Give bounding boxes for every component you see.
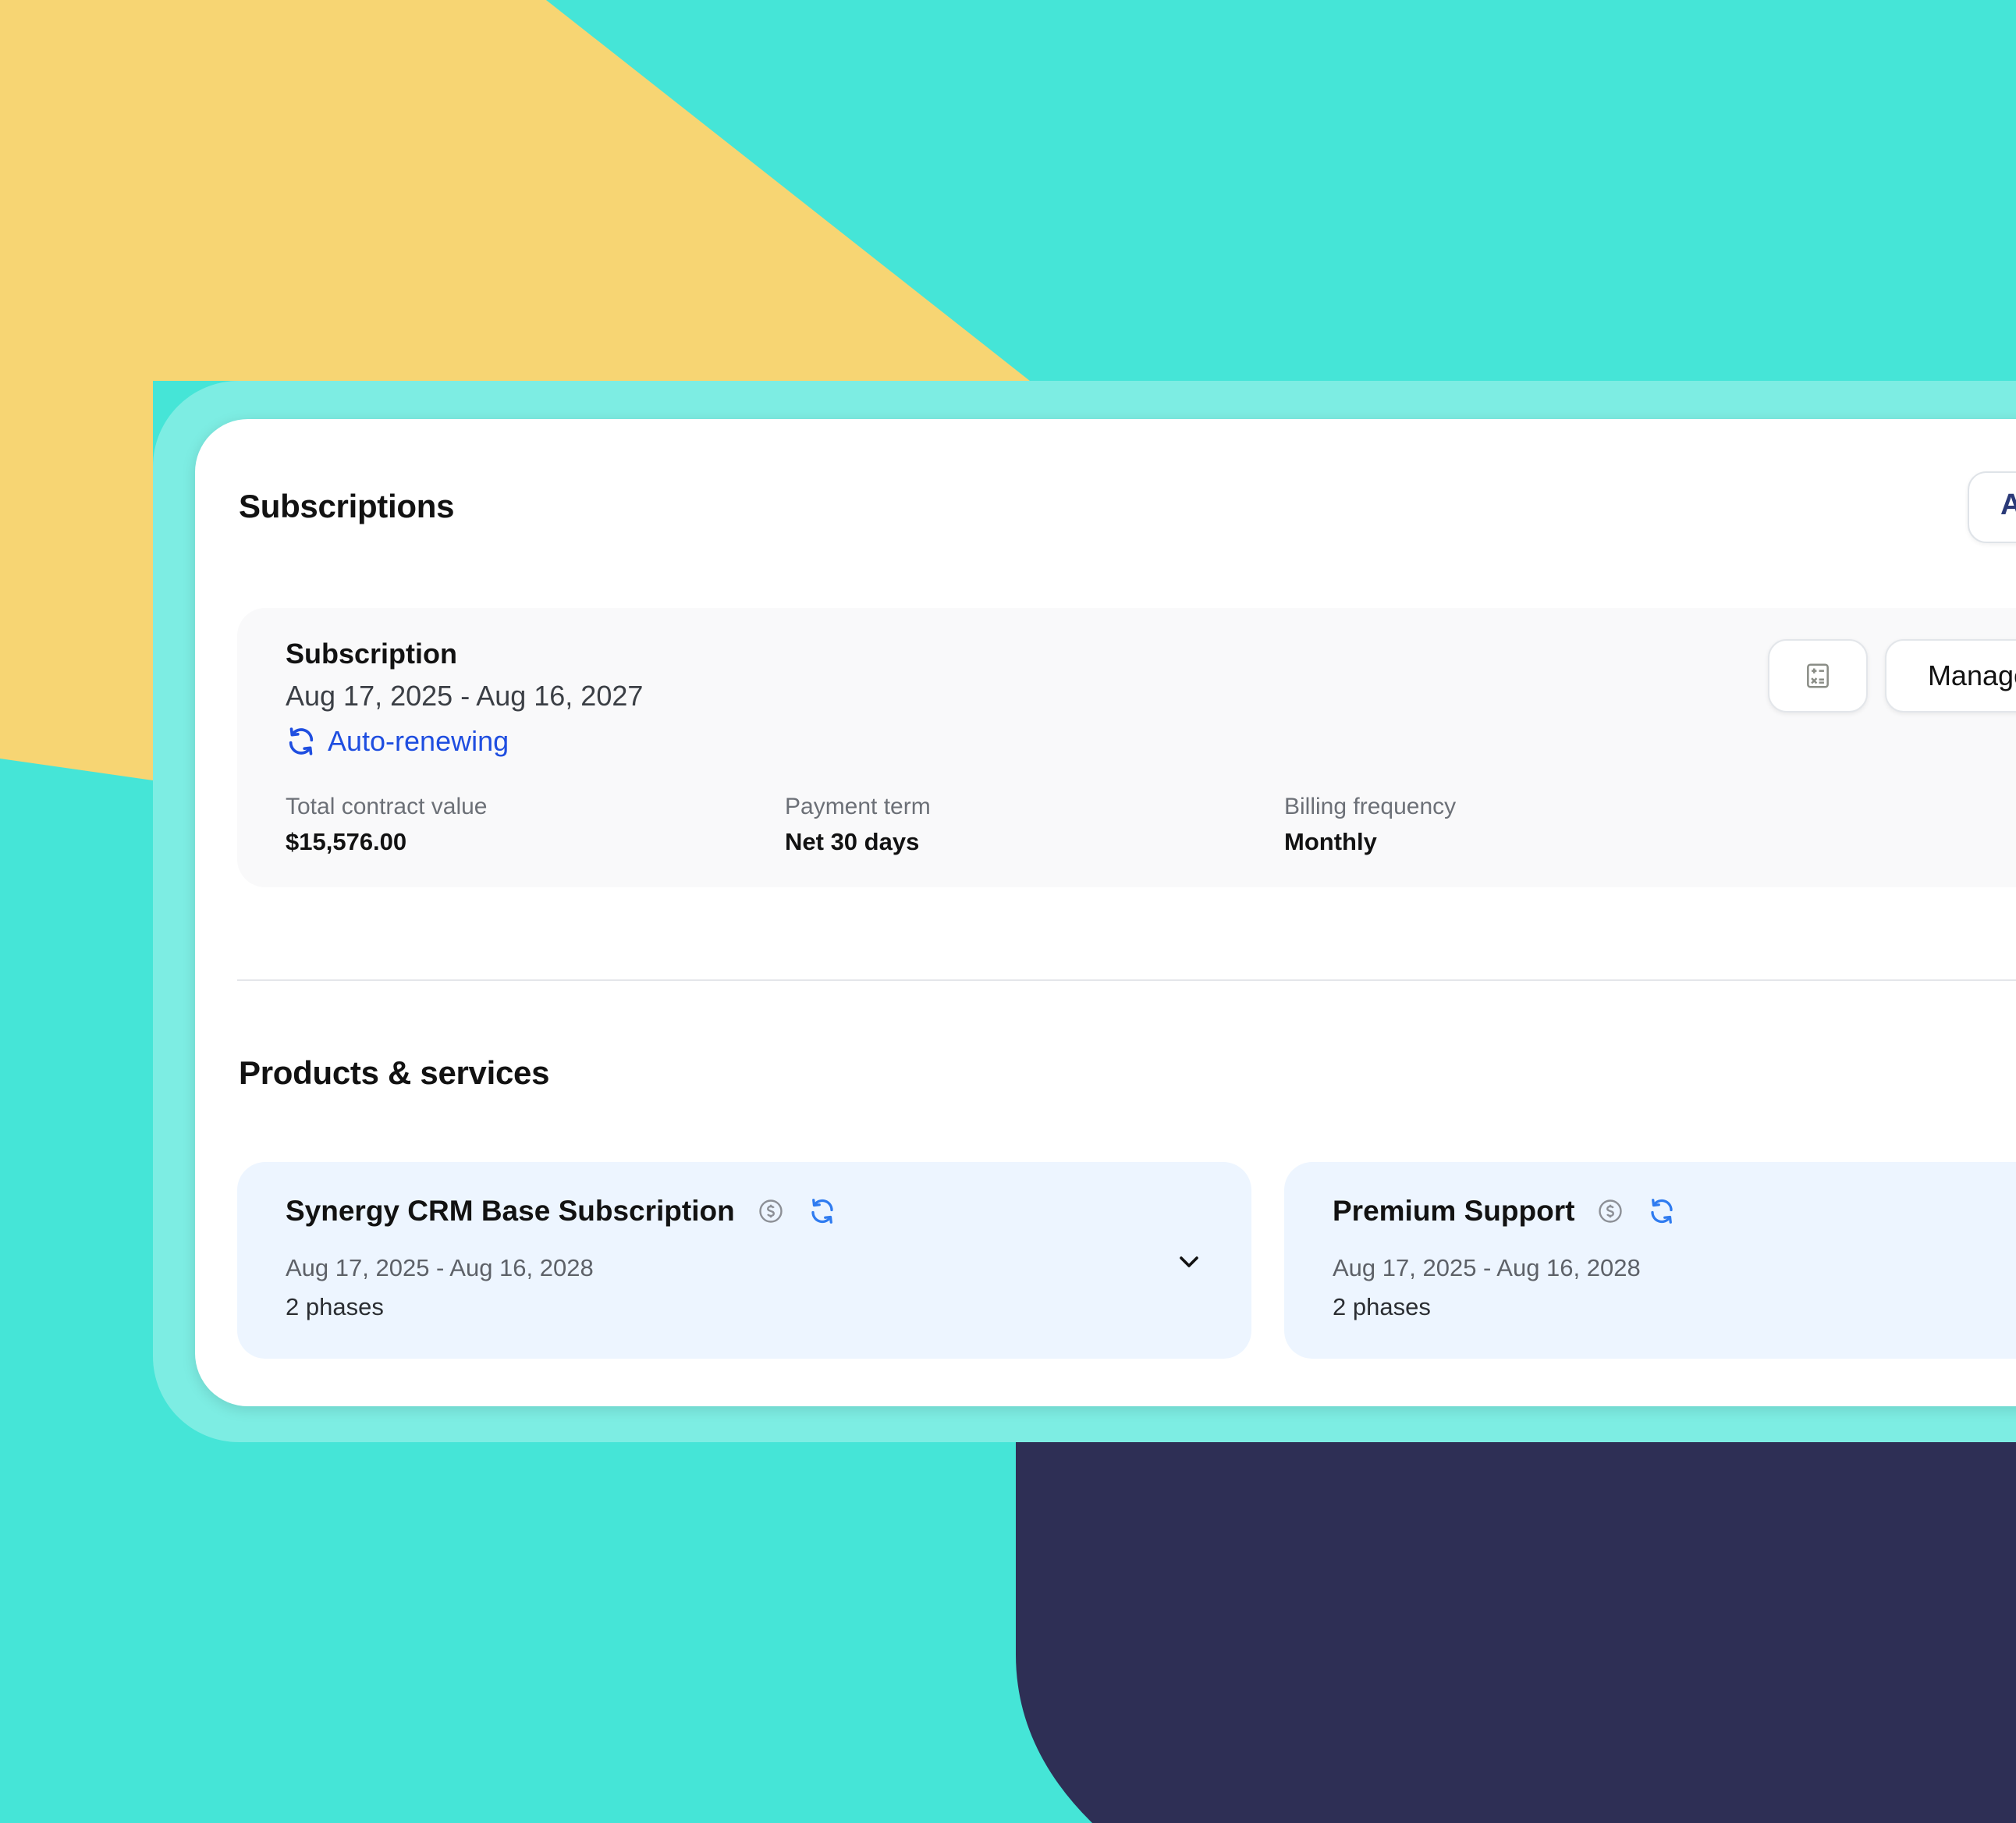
product-dates: Aug 17, 2025 - Aug 16, 2028 xyxy=(286,1254,594,1281)
metric-label: Payment term xyxy=(785,794,931,819)
section-divider xyxy=(237,979,2016,981)
metric-total-contract-value: Total contract value $15,576.00 xyxy=(286,794,487,856)
dollar-coin-icon xyxy=(1599,1199,1623,1223)
products-section-title: Products & services xyxy=(239,1054,550,1091)
product-phases: 2 phases xyxy=(1333,1293,1431,1320)
subscription-card: Subscription Aug 17, 2025 - Aug 16, 2027… xyxy=(237,608,2016,887)
product-name-row: Premium Support xyxy=(1333,1195,1676,1228)
manage-dropdown-button[interactable]: Manage xyxy=(1885,639,2016,712)
calculator-icon xyxy=(1807,663,1829,688)
product-card[interactable]: Synergy CRM Base Subscription Aug 17, 20… xyxy=(237,1162,1251,1359)
product-card[interactable]: Premium Support Aug 17, 2025 - Aug 16, 2… xyxy=(1284,1162,2016,1359)
product-phases: 2 phases xyxy=(286,1293,384,1320)
calculator-button[interactable] xyxy=(1768,639,1868,712)
product-name: Premium Support xyxy=(1333,1195,1575,1227)
metric-billing-frequency: Billing frequency Monthly xyxy=(1284,794,1456,856)
auto-renew-label: Auto-renewing xyxy=(328,725,509,757)
product-name: Synergy CRM Base Subscription xyxy=(286,1195,735,1227)
manage-button-label: Manage xyxy=(1927,659,2016,691)
metric-value: Net 30 days xyxy=(785,828,920,855)
add-subscription-button-label: A xyxy=(2000,489,2016,522)
product-name-row: Synergy CRM Base Subscription xyxy=(286,1195,836,1228)
auto-renew-status: Auto-renewing xyxy=(286,725,509,758)
metric-label: Total contract value xyxy=(286,794,488,819)
metric-value: Monthly xyxy=(1284,828,1377,855)
page-title: Subscriptions xyxy=(239,488,455,524)
expand-chevron-icon[interactable] xyxy=(1173,1246,1205,1278)
subscription-dates: Aug 17, 2025 - Aug 16, 2027 xyxy=(286,680,644,712)
subscriptions-panel: Subscriptions A Subscription Aug 17, 202… xyxy=(195,419,2016,1406)
metric-value: $15,576.00 xyxy=(286,828,407,855)
refresh-icon xyxy=(811,1199,833,1224)
subscription-heading: Subscription xyxy=(286,638,458,670)
metric-payment-term: Payment term Net 30 days xyxy=(785,794,931,856)
product-dates: Aug 17, 2025 - Aug 16, 2028 xyxy=(1333,1254,1641,1281)
refresh-icon xyxy=(289,727,314,755)
dollar-coin-icon xyxy=(758,1199,783,1223)
refresh-icon xyxy=(1651,1199,1673,1224)
background-navy-shape xyxy=(1016,1442,2016,1823)
add-subscription-button[interactable]: A xyxy=(1968,471,2016,543)
metric-label: Billing frequency xyxy=(1284,794,1457,819)
